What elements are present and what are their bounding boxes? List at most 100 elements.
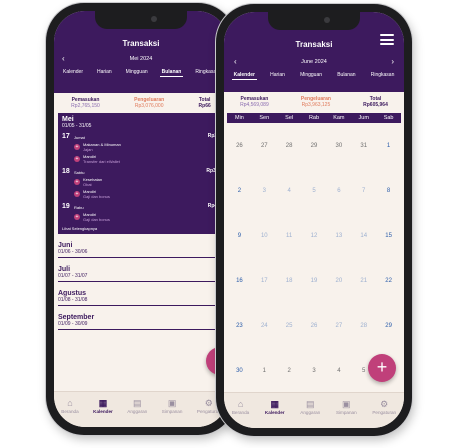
calendar-day[interactable]: 3	[252, 185, 277, 230]
beranda-icon: ⌂	[67, 398, 73, 408]
calendar-day[interactable]: 4	[277, 185, 302, 230]
summary-row: Pemasukan Rp4,569,089 Pengeluaran Rp3,963,…	[224, 92, 404, 113]
month-item[interactable]: September 01/09 - 30/09	[58, 314, 224, 330]
tab-mingguan[interactable]: Mingguan	[124, 68, 150, 77]
nav-label: Pengaturan	[372, 410, 397, 415]
nav-label: Kalender	[264, 410, 285, 415]
month-item[interactable]: Agustus 01/08 - 31/08	[58, 290, 224, 306]
front-phone: Transaksi ‹ June 2024 › Kalender Harian Mi…	[216, 4, 412, 436]
menu-icon[interactable]	[380, 34, 394, 48]
calendar-day[interactable]: 27	[326, 320, 351, 365]
calendar-day[interactable]: 9	[227, 230, 252, 275]
nav-simpanan[interactable]: ▣ Simpanan	[336, 399, 357, 428]
transaction-item[interactable]: + Mandiri Gaji dan bonus	[74, 189, 220, 199]
calendar-day[interactable]: 5	[302, 185, 327, 230]
add-button[interactable]: +	[368, 354, 396, 382]
calendar-week: 26 27 28 29 30 31 1	[227, 140, 401, 185]
calendar-day[interactable]: 2	[227, 185, 252, 230]
transaction-item[interactable]: + Mandiri Gaji dan bonus	[74, 212, 220, 222]
calendar-day[interactable]: 1	[376, 140, 401, 185]
tab-bulanan[interactable]: Bulanan	[335, 71, 357, 80]
chevron-left-icon[interactable]: ‹	[62, 54, 65, 63]
expense-value: Rp3,076,000	[134, 103, 164, 109]
nav-pengaturan[interactable]: ⚙ Pengaturan	[372, 399, 396, 428]
calendar-day[interactable]: 8	[376, 185, 401, 230]
month-card-current[interactable]: Mei 01/05 - 31/05 17 Jumat Rp22 + Makanan & …	[58, 113, 224, 234]
transaction-item[interactable]: + Kesehatan Obat	[74, 177, 220, 187]
calendar-day[interactable]: 27	[252, 140, 277, 185]
month-name: September	[58, 314, 95, 321]
calendar-day[interactable]: 25	[277, 320, 302, 365]
calendar-day[interactable]: 26	[227, 140, 252, 185]
front-screen: Transaksi ‹ June 2024 › Kalender Harian Mi…	[224, 12, 404, 428]
month-label: June 2024	[301, 59, 327, 65]
weekday-label: Sel	[285, 115, 294, 121]
month-selector: ‹ June 2024 ›	[224, 57, 404, 66]
day-row[interactable]: 19 Rabu Rp49	[62, 203, 220, 210]
tab-mingguan[interactable]: Mingguan	[298, 71, 324, 80]
tab-ringkasan[interactable]: Ringkasan	[369, 71, 397, 80]
back-phone: Transaksi ‹ Mei 2024 Kalender Harian Mingg…	[46, 3, 236, 435]
expense-value: Rp3,963,125	[301, 102, 331, 108]
calendar-day[interactable]: 15	[376, 230, 401, 275]
nav-kalender[interactable]: ▦ Kalender	[93, 398, 113, 427]
page-title: Transaksi	[295, 40, 333, 49]
month-item[interactable]: Juli 01/07 - 31/07	[58, 266, 224, 282]
calendar-day[interactable]: 23	[227, 320, 252, 365]
chevron-right-icon[interactable]: ›	[391, 57, 394, 66]
tab-harian[interactable]: Harian	[268, 71, 287, 80]
transaction-text: Mandiri Gaji dan bonus	[83, 189, 110, 199]
weekday-label: Min	[234, 115, 244, 121]
day-name: Sabtu	[74, 170, 85, 175]
nav-beranda[interactable]: ⌂ Beranda	[232, 399, 249, 428]
calendar-day[interactable]: 17	[252, 275, 277, 320]
transaction-item[interactable]: + Makanan & Minuman Jajan	[74, 142, 220, 152]
calendar-day[interactable]: 22	[376, 275, 401, 320]
calendar-day[interactable]: 11	[277, 230, 302, 275]
day-row[interactable]: 17 Jumat Rp22	[62, 133, 220, 140]
calendar-day[interactable]: 24	[252, 320, 277, 365]
calendar-day[interactable]: 12	[302, 230, 327, 275]
nav-beranda[interactable]: ⌂ Beranda	[61, 398, 78, 427]
plus-icon: +	[74, 156, 80, 162]
day-row[interactable]: 18 Sabtu Rp37,	[62, 168, 220, 175]
tab-harian[interactable]: Harian	[95, 68, 114, 77]
calendar-day[interactable]: 13	[326, 230, 351, 275]
month-range: 01/09 - 30/09	[58, 321, 88, 327]
calendar-day[interactable]: 28	[277, 140, 302, 185]
calendar-day[interactable]: 10	[252, 230, 277, 275]
tab-kalender[interactable]: Kalender	[231, 71, 257, 80]
nav-kalender[interactable]: ▦ Kalender	[265, 399, 285, 428]
tab-bar: Kalender Harian Mingguan Bulanan Ringkasan	[54, 68, 228, 77]
calendar-day[interactable]: 18	[277, 275, 302, 320]
month-range: 01/05 - 31/05	[62, 123, 92, 129]
nav-anggaran[interactable]: ▤ Anggaran	[127, 398, 147, 427]
month-range: 01/06 - 30/06	[58, 249, 88, 255]
month-item[interactable]: Juni 01/06 - 30/06	[58, 242, 224, 258]
nav-anggaran[interactable]: ▤ Anggaran	[300, 399, 320, 428]
day-number: 19	[62, 203, 70, 210]
see-all-link[interactable]: Lihat Selengkapnya	[62, 226, 220, 231]
calendar-day[interactable]: 21	[351, 275, 376, 320]
transaction-item[interactable]: + Mandiri Transfer dari eWallet	[74, 154, 220, 164]
transaction-text: Mandiri Transfer dari eWallet	[83, 154, 120, 164]
calendar-day[interactable]: 31	[351, 140, 376, 185]
beranda-icon: ⌂	[237, 399, 244, 409]
month-range: 01/08 - 31/08	[58, 297, 88, 303]
calendar-day[interactable]: 30	[326, 140, 351, 185]
kalender-icon: ▦	[270, 399, 280, 409]
calendar-day[interactable]: 6	[326, 185, 351, 230]
calendar-day[interactable]: 29	[302, 140, 327, 185]
anggaran-icon: ▤	[306, 399, 315, 409]
calendar-day[interactable]: 26	[302, 320, 327, 365]
calendar-day[interactable]: 7	[351, 185, 376, 230]
calendar-day[interactable]: 19	[302, 275, 327, 320]
chevron-left-icon[interactable]: ‹	[234, 57, 237, 66]
calendar-day[interactable]: 14	[351, 230, 376, 275]
calendar-day[interactable]: 16	[227, 275, 252, 320]
tab-kalender[interactable]: Kalender	[61, 68, 85, 77]
nav-simpanan[interactable]: ▣ Simpanan	[162, 398, 183, 427]
weekday-label: Kam	[333, 115, 345, 121]
calendar-day[interactable]: 20	[326, 275, 351, 320]
tab-bulanan[interactable]: Bulanan	[159, 68, 184, 77]
